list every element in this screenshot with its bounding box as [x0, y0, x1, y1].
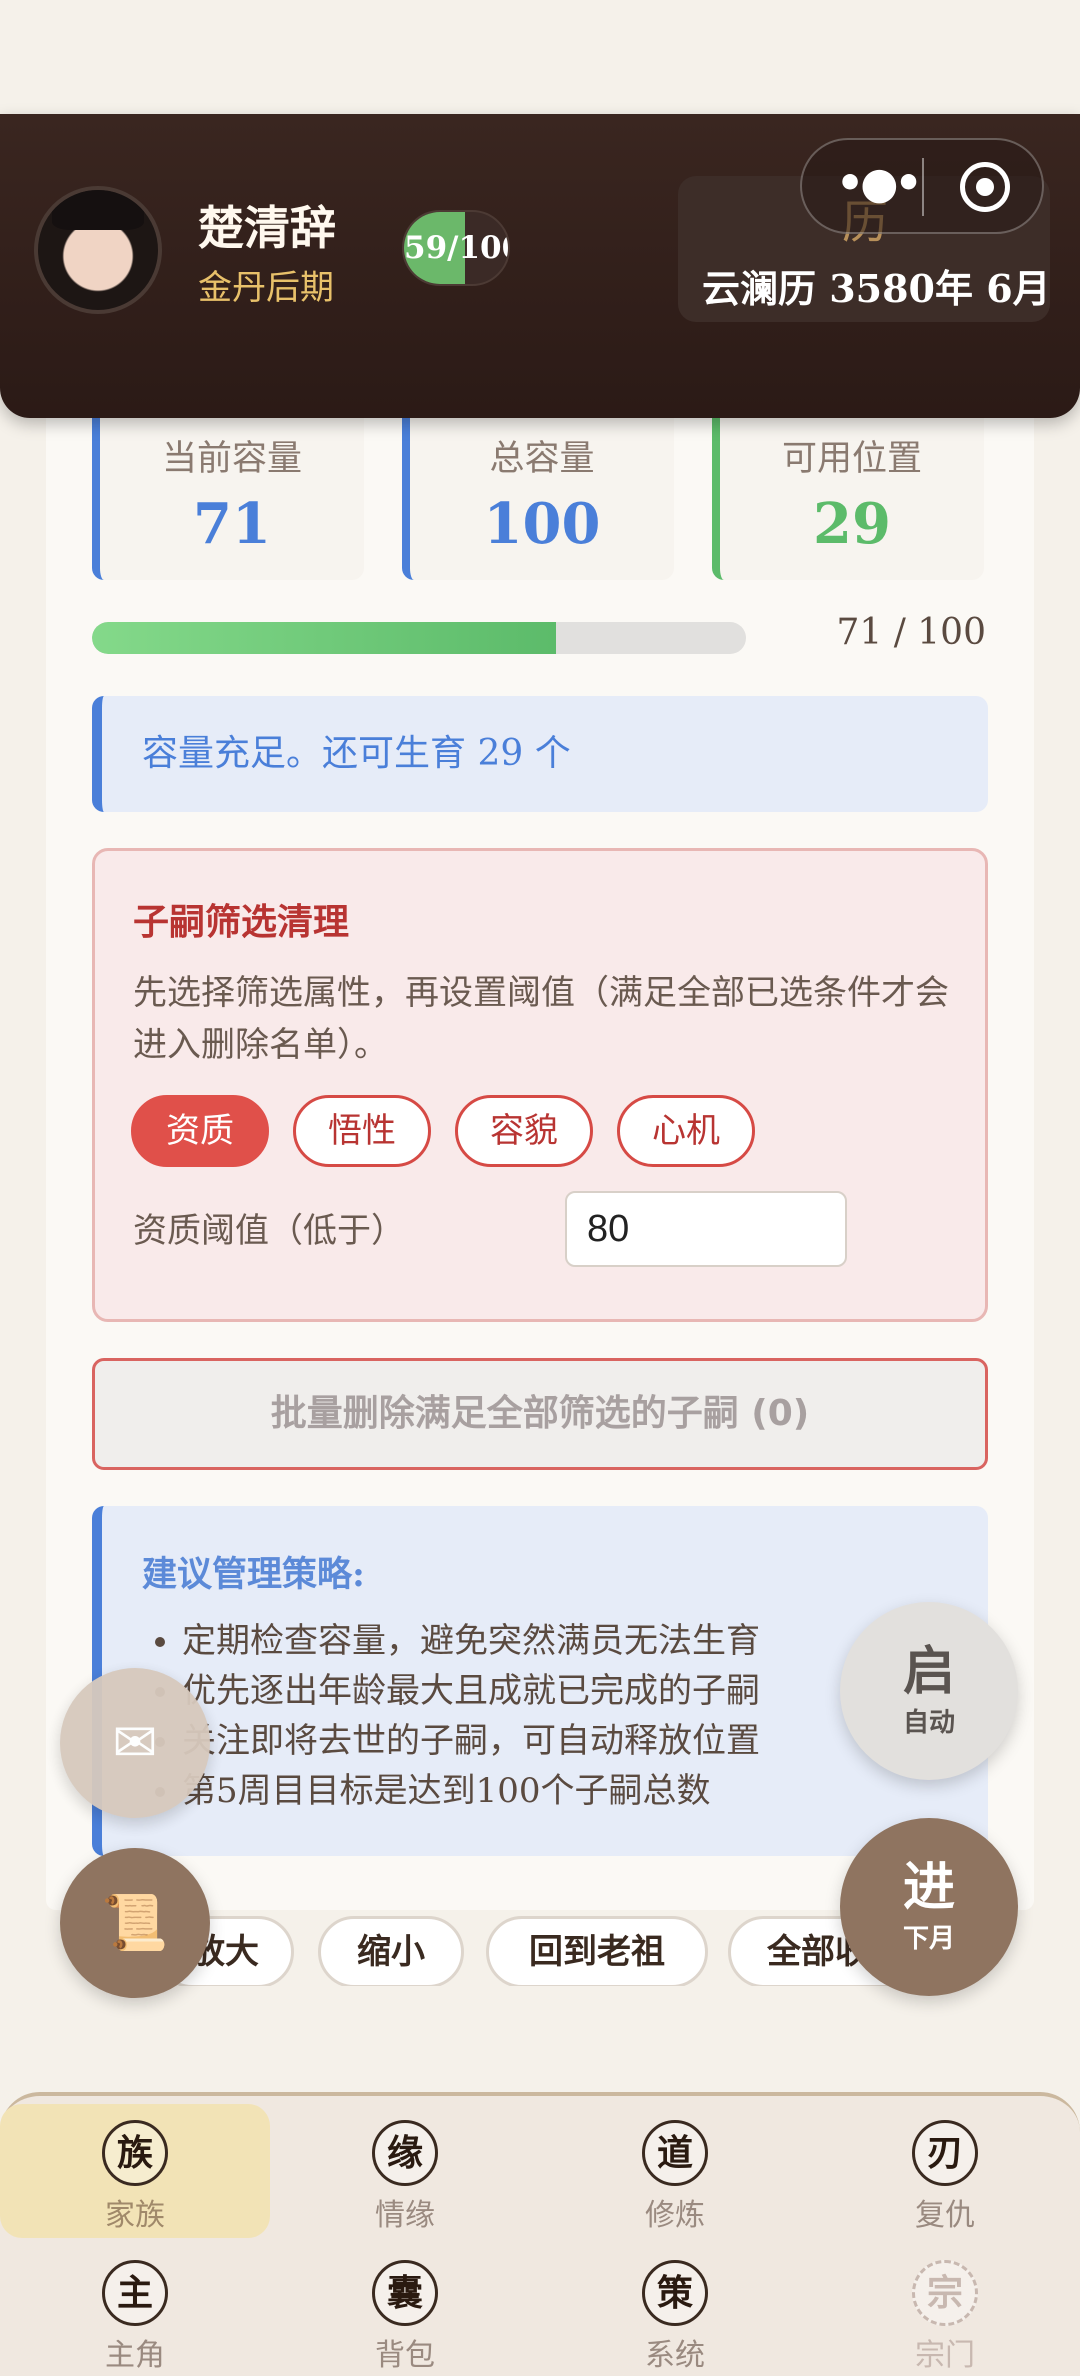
- auto-label: 自动: [902, 1708, 955, 1738]
- miniprogram-capsule: •●•: [800, 138, 1044, 234]
- auto-glyph: 启: [902, 1641, 955, 1702]
- nav-glyph: 囊: [372, 2260, 438, 2326]
- capacity-progress-bar: [92, 622, 746, 654]
- capacity-info-banner: 容量充足。还可生育 29 个: [92, 696, 988, 812]
- nav-item-family[interactable]: 族 家族: [0, 2096, 270, 2238]
- tips-title: 建议管理策略:: [142, 1554, 365, 1595]
- tip-item: 关注即将去世的子嗣，可自动释放位置: [182, 1716, 760, 1766]
- tip-item: 第5周目目标是达到100个子嗣总数: [182, 1766, 760, 1816]
- nav-glyph: 道: [642, 2120, 708, 2186]
- mail-button[interactable]: ✉: [60, 1668, 210, 1818]
- capsule-divider: [922, 158, 924, 216]
- filter-chip-appearance[interactable]: 容貌: [455, 1095, 593, 1167]
- nav-item-revenge[interactable]: 刃 复仇: [810, 2096, 1080, 2233]
- filter-title: 子嗣筛选清理: [133, 901, 350, 943]
- next-glyph: 进: [902, 1857, 955, 1918]
- filter-chip-aptitude[interactable]: 资质: [131, 1095, 269, 1167]
- nav-label: 修炼: [645, 2198, 705, 2233]
- nav-label: 主角: [105, 2338, 165, 2373]
- tip-item: 定期检查容量，避免突然满员无法生育: [182, 1616, 760, 1666]
- tip-item: 优先逐出年龄最大且成就已完成的子嗣: [182, 1666, 760, 1716]
- offspring-filter-panel: 子嗣筛选清理 先选择筛选属性，再设置阈值（满足全部已选条件才会进入删除名单）。 …: [92, 848, 988, 1322]
- zoom-out-button[interactable]: 缩小: [318, 1916, 464, 1986]
- nav-glyph: 策: [642, 2260, 708, 2326]
- character-name: 楚清辞: [198, 201, 336, 255]
- capacity-info-text: 容量充足。还可生育 29 个: [142, 733, 571, 774]
- filter-description: 先选择筛选属性，再设置阈值（满足全部已选条件才会进入删除名单）。: [133, 973, 949, 1065]
- nav-label: 复仇: [915, 2198, 975, 2233]
- auto-advance-button[interactable]: 启 自动: [840, 1602, 1018, 1780]
- scroll-button[interactable]: 📜: [60, 1848, 210, 1998]
- target-close-icon[interactable]: [960, 162, 1010, 212]
- mail-icon: ✉: [112, 1711, 158, 1774]
- stat-label: 可用位置: [781, 439, 922, 479]
- nav-item-system[interactable]: 策 系统: [540, 2236, 810, 2373]
- nav-item-romance[interactable]: 缘 情缘: [270, 2096, 540, 2233]
- nav-item-protagonist[interactable]: 主 主角: [0, 2236, 270, 2373]
- character-realm: 金丹后期: [198, 268, 334, 308]
- nav-label: 宗门: [915, 2338, 975, 2373]
- scroll-icon: 📜: [101, 1891, 169, 1954]
- avatar-hair: [52, 190, 144, 230]
- avatar[interactable]: [34, 186, 162, 314]
- more-dots-icon[interactable]: •●•: [836, 158, 923, 209]
- stat-value: 100: [483, 491, 601, 557]
- stat-label: 当前容量: [161, 439, 302, 479]
- nav-glyph: 刃: [912, 2120, 978, 2186]
- threshold-input[interactable]: [565, 1191, 847, 1267]
- nav-glyph: 族: [102, 2120, 168, 2186]
- capacity-progress-fill: [92, 622, 557, 654]
- stat-label: 总容量: [489, 439, 595, 479]
- hp-indicator: 59/100: [402, 210, 510, 286]
- threshold-label: 资质阈值（低于）: [133, 1211, 405, 1251]
- nav-glyph: 宗: [912, 2260, 978, 2326]
- tips-list: 定期检查容量，避免突然满员无法生育 优先逐出年龄最大且成就已完成的子嗣 关注即将…: [182, 1616, 760, 1816]
- nav-item-inventory[interactable]: 囊 背包: [270, 2236, 540, 2373]
- bulk-delete-button[interactable]: 批量删除满足全部筛选的子嗣 (0): [92, 1358, 988, 1470]
- bottom-nav: 族 家族 缘 情缘 道 修炼 刃 复仇 主 主角 囊 背包 策 系统 宗 宗门: [0, 2092, 1080, 2376]
- nav-label: 系统: [645, 2338, 705, 2373]
- nav-label: 家族: [105, 2198, 165, 2233]
- stat-current-capacity: 当前容量 71: [92, 400, 364, 580]
- nav-glyph: 主: [102, 2260, 168, 2326]
- filter-chip-comprehension[interactable]: 悟性: [293, 1095, 431, 1167]
- nav-glyph: 缘: [372, 2120, 438, 2186]
- next-month-button[interactable]: 进 下月: [840, 1818, 1018, 1996]
- filter-chip-scheming[interactable]: 心机: [617, 1095, 755, 1167]
- stat-value: 29: [813, 491, 891, 557]
- calendar-date: 云澜历 3580年 6月: [702, 266, 1051, 311]
- next-label: 下月: [902, 1924, 955, 1954]
- stat-total-capacity: 总容量 100: [402, 400, 674, 580]
- hp-text: 59/100: [404, 230, 508, 266]
- back-to-ancestor-button[interactable]: 回到老祖: [486, 1916, 708, 1986]
- stat-available-slots: 可用位置 29: [712, 400, 984, 580]
- nav-label: 背包: [375, 2338, 435, 2373]
- nav-label: 情缘: [375, 2198, 435, 2233]
- stat-value: 71: [193, 491, 271, 557]
- capacity-progress-text: 71 / 100: [836, 612, 986, 653]
- nav-item-sect[interactable]: 宗 宗门: [810, 2236, 1080, 2373]
- nav-item-cultivation[interactable]: 道 修炼: [540, 2096, 810, 2233]
